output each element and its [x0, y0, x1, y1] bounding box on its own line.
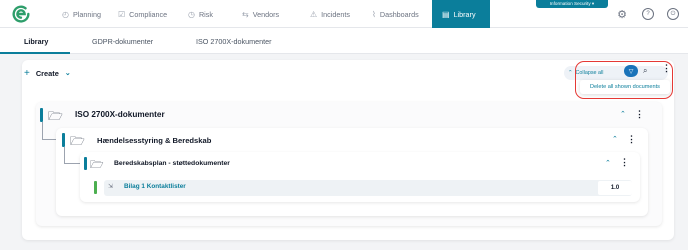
gauge-icon: ◴: [62, 9, 69, 19]
nav-incidents-label: Incidents: [321, 9, 350, 19]
nav-dashboards[interactable]: ⌇ Dashboards: [372, 0, 419, 28]
document-version-badge: 1.0: [598, 181, 632, 195]
chevron-up-icon[interactable]: ⌃: [620, 110, 626, 118]
tab-gdpr-dokumenter[interactable]: GDPR-dokumenter: [92, 28, 153, 54]
collapse-icon: ⌃: [568, 69, 573, 76]
folder-open-icon: 🗁: [90, 159, 104, 171]
clock-icon: ◷: [188, 9, 195, 19]
chart-icon: ⌇: [372, 9, 376, 19]
folder-more-button[interactable]: ⋮: [635, 110, 644, 119]
nav-planning-label: Planning: [72, 9, 101, 19]
tree-connector: [42, 122, 56, 140]
handshake-icon: ⇆: [242, 9, 249, 19]
nav-incidents[interactable]: ⚠ Incidents: [310, 0, 350, 28]
create-button-label: Create: [35, 68, 59, 78]
nav-compliance-label: Compliance: [129, 9, 168, 19]
tree-connector: [64, 147, 80, 164]
chevron-down-icon: ⌄: [64, 70, 71, 77]
folder-more-button[interactable]: ⋮: [620, 158, 629, 167]
folder-accent-bar: [84, 157, 87, 170]
nav-vendors-label: Vendors: [252, 9, 280, 19]
tab-library[interactable]: Library: [24, 28, 48, 54]
folder-more-button[interactable]: ⋮: [627, 135, 636, 144]
checklist-icon: ☑: [118, 9, 126, 19]
chevron-up-icon[interactable]: ⌃: [612, 135, 618, 143]
nav-library-label: Library: [453, 9, 476, 19]
gear-icon[interactable]: ⚙: [616, 8, 628, 21]
folder-title-beredskabsplan[interactable]: Beredskabsplan - støttedokumenter: [114, 160, 230, 167]
tab-active-indicator: [0, 52, 70, 54]
folder-accent-bar: [40, 108, 43, 122]
folder-accent-bar: [62, 133, 65, 147]
app-logo[interactable]: [10, 3, 32, 25]
document-title[interactable]: Bilag 1 Kontaktlister: [124, 183, 186, 190]
folder-title-iso-2700x[interactable]: ISO 2700X-dokumenter: [75, 110, 165, 119]
help-icon[interactable]: ?: [642, 8, 654, 20]
annotation-highlight: [575, 61, 673, 99]
library-tabs: Library GDPR-dokumenter ISO 2700X-dokume…: [0, 28, 688, 54]
nav-risk[interactable]: ◷ Risk: [188, 0, 213, 28]
chevron-up-icon[interactable]: ⌃: [605, 159, 611, 167]
power-icon[interactable]: ⏻: [667, 8, 679, 20]
workspace-selector[interactable]: Information Security ▾: [536, 0, 608, 8]
nav-library[interactable]: ▤ Library: [432, 0, 490, 28]
create-button[interactable]: + Create ⌄: [24, 66, 71, 80]
nav-risk-label: Risk: [198, 9, 213, 19]
nav-compliance[interactable]: ☑ Compliance: [118, 0, 167, 28]
nav-dashboards-label: Dashboards: [379, 9, 419, 19]
document-status-bar: [94, 181, 97, 194]
plus-icon: +: [24, 67, 30, 79]
tab-iso-2700x-dokumenter[interactable]: ISO 2700X-dokumenter: [196, 28, 272, 54]
nav-planning[interactable]: ◴ Planning: [62, 0, 101, 28]
book-icon: ▤: [442, 9, 450, 19]
warning-icon: ⚠: [310, 9, 318, 19]
nav-vendors[interactable]: ⇆ Vendors: [242, 0, 279, 28]
document-link-icon: ⇲: [108, 184, 114, 190]
top-navigation-bar: ◴ Planning ☑ Compliance ◷ Risk ⇆ Vendors…: [0, 0, 688, 28]
folder-title-haendelsesstyring[interactable]: Hændelsesstyring & Beredskab: [97, 136, 211, 145]
